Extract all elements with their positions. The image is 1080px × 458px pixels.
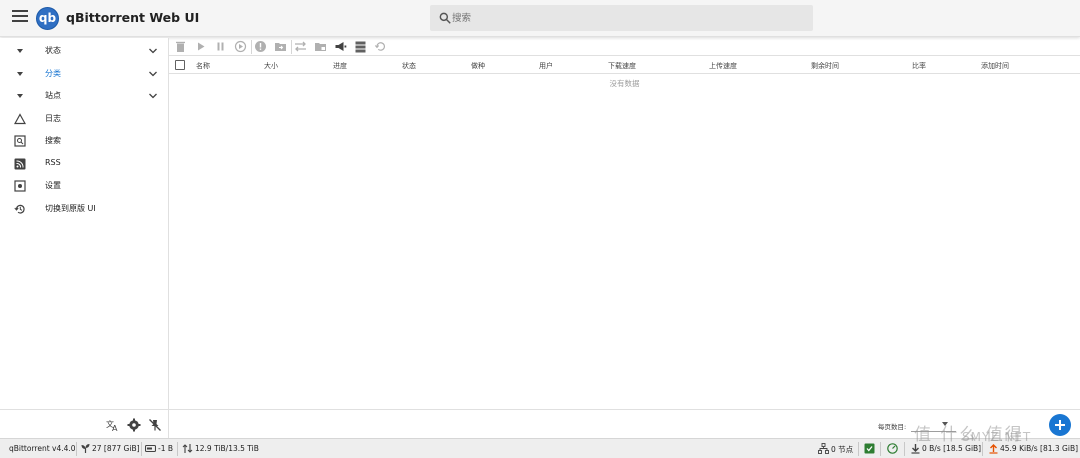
svg-text:A: A	[112, 424, 118, 432]
translate-icon[interactable]: 文A	[106, 418, 120, 432]
upload-speed-label: 45.9 KiB/s [81.3 GiB]	[1000, 444, 1079, 453]
status-divider	[177, 442, 178, 456]
status-divider	[904, 442, 905, 456]
play-icon[interactable]	[194, 40, 207, 53]
status-divider	[858, 442, 859, 456]
per-page-label: 每页数目:	[878, 423, 907, 431]
column-upload-speed[interactable]: 上传速度	[709, 61, 737, 71]
toolbar-divider	[251, 40, 252, 54]
status-divider	[141, 442, 142, 456]
chevron-down-icon[interactable]	[148, 69, 158, 79]
sidebar-item-label: 站点	[45, 91, 61, 100]
pause-icon[interactable]	[214, 40, 227, 53]
sidebar-item-sites[interactable]: 站点	[0, 85, 168, 107]
toolbar-divider	[291, 40, 292, 54]
force-start-icon[interactable]	[234, 40, 247, 53]
sidebar: 状态 分类 站点 日志 搜索 RSS 设置 切换到原版 UI	[0, 38, 169, 438]
sidebar-item-rss[interactable]: RSS	[0, 153, 168, 175]
sidebar-item-label: 状态	[45, 46, 61, 55]
caret-down-icon	[17, 49, 23, 53]
column-ratio[interactable]: 比率	[912, 61, 926, 71]
delete-icon[interactable]	[174, 40, 187, 53]
status-divider	[880, 442, 881, 456]
version-label: qBittorrent v4.4.0	[9, 444, 76, 453]
sidebar-item-log[interactable]: 日志	[0, 108, 168, 130]
select-all-checkbox[interactable]	[175, 60, 185, 70]
dht-nodes-label: 0 节点	[831, 445, 854, 454]
pin-off-icon[interactable]	[148, 418, 162, 432]
caret-down-icon	[17, 94, 23, 98]
caret-down-icon	[17, 72, 23, 76]
folder-label-icon[interactable]	[314, 40, 327, 53]
column-status[interactable]: 状态	[402, 61, 416, 71]
add-torrent-button[interactable]	[1049, 414, 1071, 436]
settings-box-icon	[14, 180, 26, 192]
torrent-toolbar	[169, 38, 1080, 56]
column-seeds[interactable]: 做种	[471, 61, 485, 71]
history-icon	[14, 204, 25, 214]
server-icon[interactable]	[354, 40, 367, 53]
folder-move-icon[interactable]	[274, 40, 287, 53]
connection-ok-icon[interactable]	[864, 443, 875, 454]
free-space-label: 27 [877 GiB]	[92, 444, 140, 453]
announce-icon[interactable]	[334, 40, 347, 53]
column-progress[interactable]: 进度	[333, 61, 347, 71]
sidebar-item-label: 切换到原版 UI	[45, 204, 96, 213]
alert-icon[interactable]	[254, 40, 267, 53]
recheck-icon[interactable]	[374, 40, 387, 53]
status-divider	[76, 442, 77, 456]
dht-nodes-icon	[818, 443, 829, 454]
column-download-speed[interactable]: 下载速度	[608, 61, 636, 71]
chevron-down-icon[interactable]	[148, 91, 158, 101]
search-box-icon	[14, 135, 26, 147]
alltime-transfer-label: 12.9 TiB/13.5 TiB	[195, 444, 259, 453]
sidebar-item-settings[interactable]: 设置	[0, 175, 168, 197]
search-input[interactable]	[452, 9, 802, 27]
rss-icon	[14, 158, 26, 170]
torrent-table-header: 名称 大小 进度 状态 做种 用户 下载速度 上传速度 剩余时间 比率 添加时间	[169, 57, 1080, 74]
sidebar-item-status[interactable]: 状态	[0, 40, 168, 62]
sidebar-item-label: 分类	[45, 69, 61, 78]
sidebar-item-switch-ui[interactable]: 切换到原版 UI	[0, 198, 168, 220]
transfer-icon	[182, 444, 193, 453]
watermark-site: SMYZ.NET	[962, 430, 1032, 444]
column-name[interactable]: 名称	[196, 61, 210, 71]
swap-icon[interactable]	[294, 40, 307, 53]
column-size[interactable]: 大小	[264, 61, 278, 71]
empty-table-message: 没有数据	[609, 79, 640, 88]
seedling-icon	[81, 444, 90, 453]
download-speed-label: 0 B/s [18.5 GiB]	[922, 444, 982, 453]
triangle-icon	[14, 113, 26, 125]
plus-icon	[1055, 420, 1065, 430]
sidebar-item-label: 搜索	[45, 136, 61, 145]
harddisk-icon	[145, 444, 156, 453]
menu-icon[interactable]	[12, 10, 28, 24]
column-peers[interactable]: 用户	[539, 61, 553, 71]
sidebar-item-label: 日志	[45, 114, 61, 123]
app-bar: qb qBittorrent Web UI	[0, 0, 1080, 37]
sidebar-item-categories[interactable]: 分类	[0, 63, 168, 85]
sidebar-item-label: RSS	[45, 158, 61, 167]
sidebar-footer: 文A	[0, 409, 169, 438]
sidebar-item-label: 设置	[45, 181, 61, 190]
qbittorrent-logo: qb	[36, 7, 59, 30]
search-box[interactable]	[430, 5, 813, 31]
column-eta[interactable]: 剩余时间	[811, 61, 839, 71]
gear-icon[interactable]	[127, 418, 141, 432]
search-icon	[439, 12, 451, 24]
column-added-on[interactable]: 添加时间	[981, 61, 1009, 71]
speed-limit-icon[interactable]	[887, 443, 898, 454]
app-title: qBittorrent Web UI	[66, 10, 200, 25]
chevron-down-icon[interactable]	[148, 46, 158, 56]
sidebar-item-search[interactable]: 搜索	[0, 130, 168, 152]
disk-label: -1 B	[158, 444, 174, 453]
